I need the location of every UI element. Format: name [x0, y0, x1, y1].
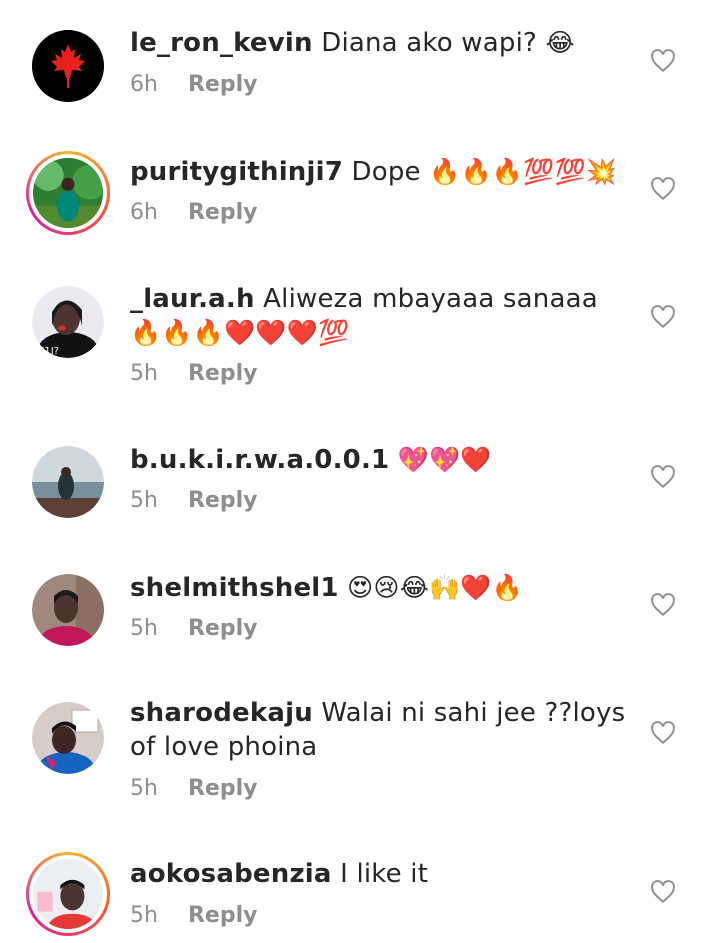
comment-text: le_ron_kevin Diana ako wapi? 😂 — [130, 26, 630, 60]
avatar-photo — [32, 702, 104, 774]
comment-text: shelmithshel1 😍😢😂🙌❤️🔥 — [130, 571, 630, 605]
comment-body: Aliweza mbayaaa sanaaa — [263, 284, 598, 314]
comment-emoji: 😍😢😂🙌❤️🔥 — [347, 573, 524, 602]
comment-meta: 5h Reply — [130, 361, 257, 386]
comment-time: 5h — [130, 776, 158, 801]
comment-body: Diana ako wapi? — [321, 28, 538, 58]
comment-text: puritygithinji7 Dope 🔥🔥🔥💯💯💥 — [130, 155, 630, 189]
comment-username[interactable]: aokosabenzia — [130, 859, 332, 889]
avatar-photo — [32, 446, 104, 518]
comment-meta: 5h Reply — [130, 776, 257, 801]
heart-outline-icon[interactable] — [650, 592, 676, 618]
comment-time: 6h — [130, 72, 158, 97]
avatar[interactable] — [32, 702, 104, 774]
heart-outline-icon[interactable] — [650, 304, 676, 330]
comment-meta: 5h Reply — [130, 616, 257, 641]
comment-time: 5h — [130, 903, 158, 928]
comment-meta: 6h Reply — [130, 200, 257, 225]
comment-username[interactable]: b.u.k.i.r.w.a.0.0.1 — [130, 445, 389, 475]
avatar-photo: 71I? — [32, 286, 104, 358]
comment-meta: 5h Reply — [130, 488, 257, 513]
avatar[interactable]: 71I? — [32, 286, 104, 358]
comment-meta: 5h Reply — [130, 903, 257, 928]
comment-text: _laur.a.h Aliweza mbayaaa sanaaa 🔥🔥🔥❤️❤️… — [130, 283, 630, 350]
comment-username[interactable]: shelmithshel1 — [130, 573, 339, 603]
comment-username[interactable]: le_ron_kevin — [130, 28, 313, 58]
heart-outline-icon[interactable] — [650, 48, 676, 74]
comment-emoji: 🔥🔥🔥❤️❤️❤️💯 — [130, 318, 350, 347]
comment-time: 5h — [130, 616, 158, 641]
heart-outline-icon[interactable] — [650, 720, 676, 746]
comment-username[interactable]: _laur.a.h — [130, 284, 255, 314]
avatar[interactable] — [26, 151, 110, 235]
avatar-photo — [32, 574, 104, 646]
comment-body: Dope — [351, 157, 421, 187]
comment-emoji: 😂 — [545, 28, 575, 57]
comment-meta: 6h Reply — [130, 72, 257, 97]
avatar-photo — [33, 859, 103, 929]
reply-button[interactable]: Reply — [188, 616, 258, 641]
comment-body: I like it — [340, 859, 429, 889]
reply-button[interactable]: Reply — [188, 200, 258, 225]
avatar-photo — [33, 158, 103, 228]
avatar[interactable] — [32, 30, 104, 102]
avatar[interactable] — [26, 852, 110, 936]
heart-outline-icon[interactable] — [650, 879, 676, 905]
comment-time: 5h — [130, 488, 158, 513]
comment-text: aokosabenzia I like it — [130, 857, 630, 891]
comment-time: 6h — [130, 200, 158, 225]
reply-button[interactable]: Reply — [188, 361, 258, 386]
comment-time: 5h — [130, 361, 158, 386]
comment-emoji: 🔥🔥🔥💯💯💥 — [429, 157, 618, 186]
heart-outline-icon[interactable] — [650, 176, 676, 202]
maple-leaf-icon — [32, 30, 104, 102]
reply-button[interactable]: Reply — [188, 776, 258, 801]
comment-username[interactable]: puritygithinji7 — [130, 157, 343, 187]
reply-button[interactable]: Reply — [188, 72, 258, 97]
comment-text: sharodekaju Walai ni sahi jee ??loys of … — [130, 697, 630, 764]
avatar[interactable] — [32, 446, 104, 518]
avatar[interactable] — [32, 574, 104, 646]
comment-username[interactable]: sharodekaju — [130, 698, 313, 728]
reply-button[interactable]: Reply — [188, 488, 258, 513]
comment-text: b.u.k.i.r.w.a.0.0.1 💖💖❤️ — [130, 443, 630, 477]
heart-outline-icon[interactable] — [650, 464, 676, 490]
comment-emoji: 💖💖❤️ — [397, 445, 492, 474]
reply-button[interactable]: Reply — [188, 903, 258, 928]
svg-text:71I?: 71I? — [38, 346, 59, 357]
